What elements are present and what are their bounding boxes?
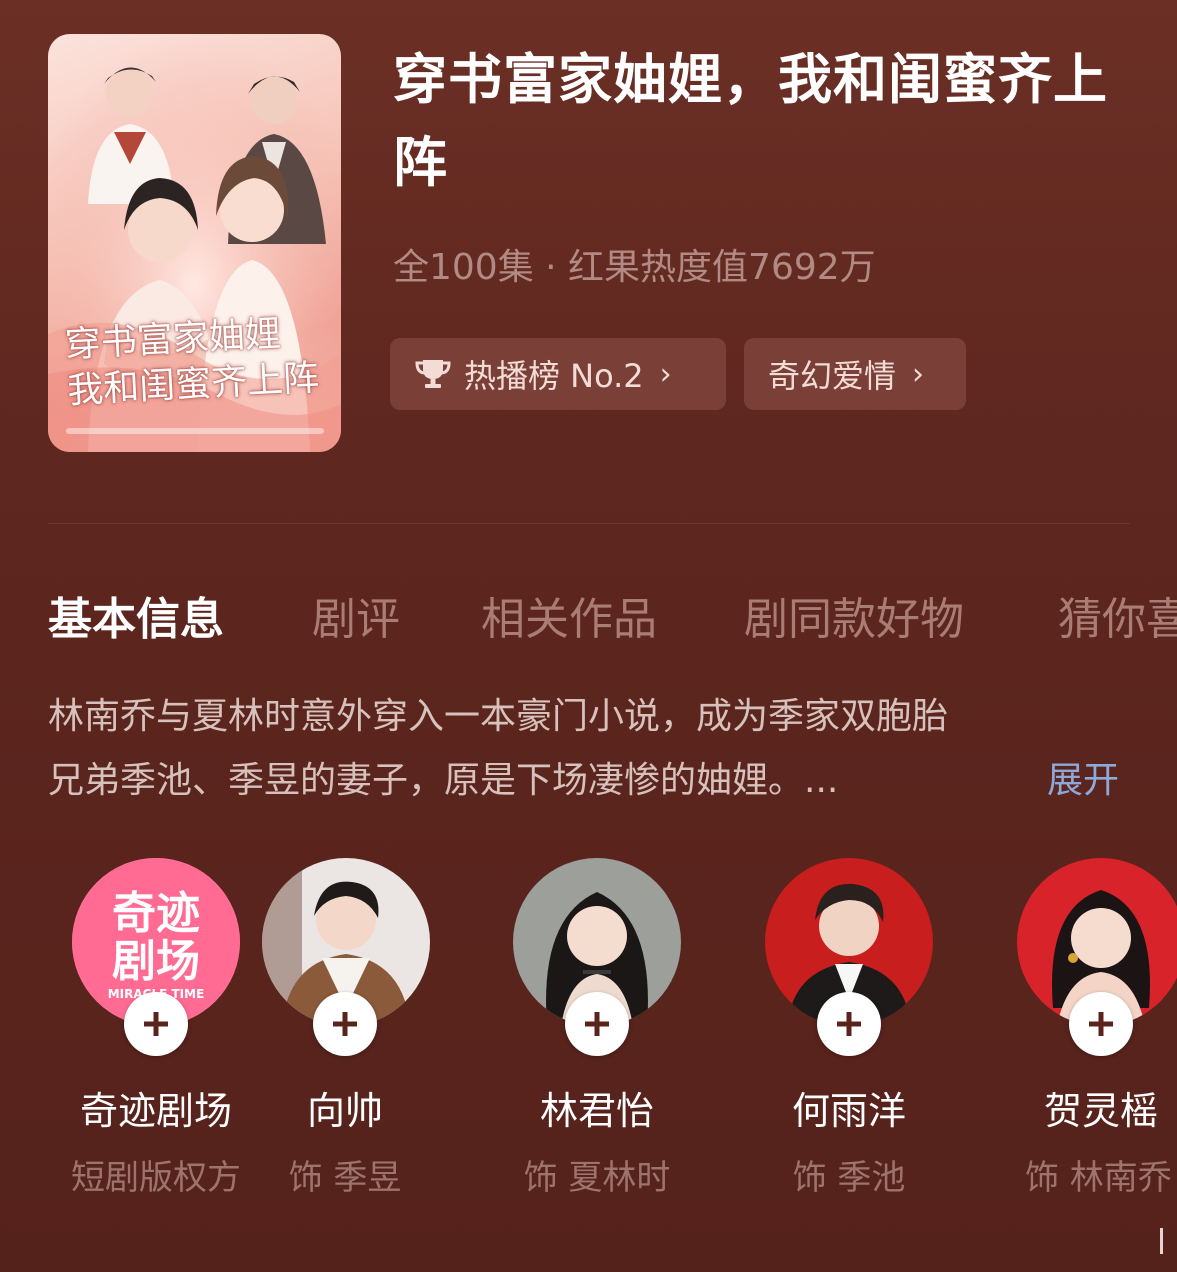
studio-logo-line-2: 剧场 bbox=[112, 936, 200, 987]
plus-icon bbox=[837, 1012, 861, 1036]
plus-icon bbox=[1089, 1012, 1113, 1036]
ranking-tag-label: 热播榜 No.2 bbox=[464, 357, 644, 395]
tab-reviews[interactable]: 剧评 bbox=[312, 583, 400, 647]
synopsis-line-2: 兄弟季池、季昱的妻子，原是下场凄惨的妯娌。... bbox=[48, 760, 839, 801]
drama-meta: 全100集 · 红果热度值7692万 bbox=[393, 247, 876, 288]
follow-plus-button[interactable] bbox=[565, 992, 629, 1056]
scroll-indicator bbox=[1160, 1228, 1163, 1254]
studio-logo-line-1: 奇迹 bbox=[112, 888, 200, 939]
genre-tag-button[interactable]: 奇幻爱情 › bbox=[744, 338, 966, 410]
genre-tag-label: 奇幻爱情 bbox=[768, 357, 897, 395]
cast-role: 短剧版权方 bbox=[71, 1158, 241, 1198]
cast-role: 饰 夏林时 bbox=[523, 1158, 671, 1198]
plus-icon bbox=[333, 1012, 357, 1036]
chevron-right-icon: › bbox=[912, 356, 925, 392]
cast-name[interactable]: 贺灵榣 bbox=[991, 1080, 1177, 1135]
cast-role: 饰 季昱 bbox=[288, 1158, 402, 1198]
cast-name[interactable]: 何雨洋 bbox=[739, 1080, 959, 1135]
follow-plus-button[interactable] bbox=[817, 992, 881, 1056]
ranking-tag-button[interactable]: 热播榜 No.2 › bbox=[390, 338, 726, 410]
synopsis-line-1: 林南乔与夏林时意外穿入一本豪门小说，成为季家双胞胎 bbox=[48, 696, 949, 737]
drama-title: 穿书富家妯娌，我和闺蜜齐上阵 bbox=[393, 48, 1108, 194]
expand-synopsis-link[interactable]: 展开 bbox=[1047, 749, 1119, 813]
cast-name[interactable]: 奇迹剧场 bbox=[46, 1080, 266, 1135]
section-divider bbox=[48, 523, 1130, 524]
chevron-right-icon: › bbox=[659, 356, 672, 392]
poster-title: 穿书富家妯娌 我和闺蜜齐上阵 bbox=[64, 309, 328, 414]
tab-related-works[interactable]: 相关作品 bbox=[481, 583, 657, 647]
cast-role: 饰 季池 bbox=[792, 1158, 906, 1198]
tab-same-products[interactable]: 剧同款好物 bbox=[744, 583, 964, 647]
follow-plus-button[interactable] bbox=[313, 992, 377, 1056]
plus-icon bbox=[585, 1012, 609, 1036]
cast-name[interactable]: 林君怡 bbox=[487, 1080, 707, 1135]
follow-plus-button[interactable] bbox=[1069, 992, 1133, 1056]
tab-recommendations[interactable]: 猜你喜 bbox=[1058, 583, 1177, 647]
tab-basic-info[interactable]: 基本信息 bbox=[48, 583, 224, 647]
cast-name[interactable]: 向帅 bbox=[235, 1080, 455, 1135]
synopsis: 林南乔与夏林时意外穿入一本豪门小说，成为季家双胞胎 兄弟季池、季昱的妻子，原是下… bbox=[48, 685, 1130, 813]
plus-icon bbox=[144, 1012, 168, 1036]
follow-plus-button[interactable] bbox=[124, 992, 188, 1056]
trophy-icon bbox=[414, 357, 452, 391]
drama-poster[interactable]: 穿书富家妯娌 我和闺蜜齐上阵 bbox=[48, 34, 341, 452]
cast-role: 饰 林南乔 bbox=[1025, 1158, 1172, 1198]
